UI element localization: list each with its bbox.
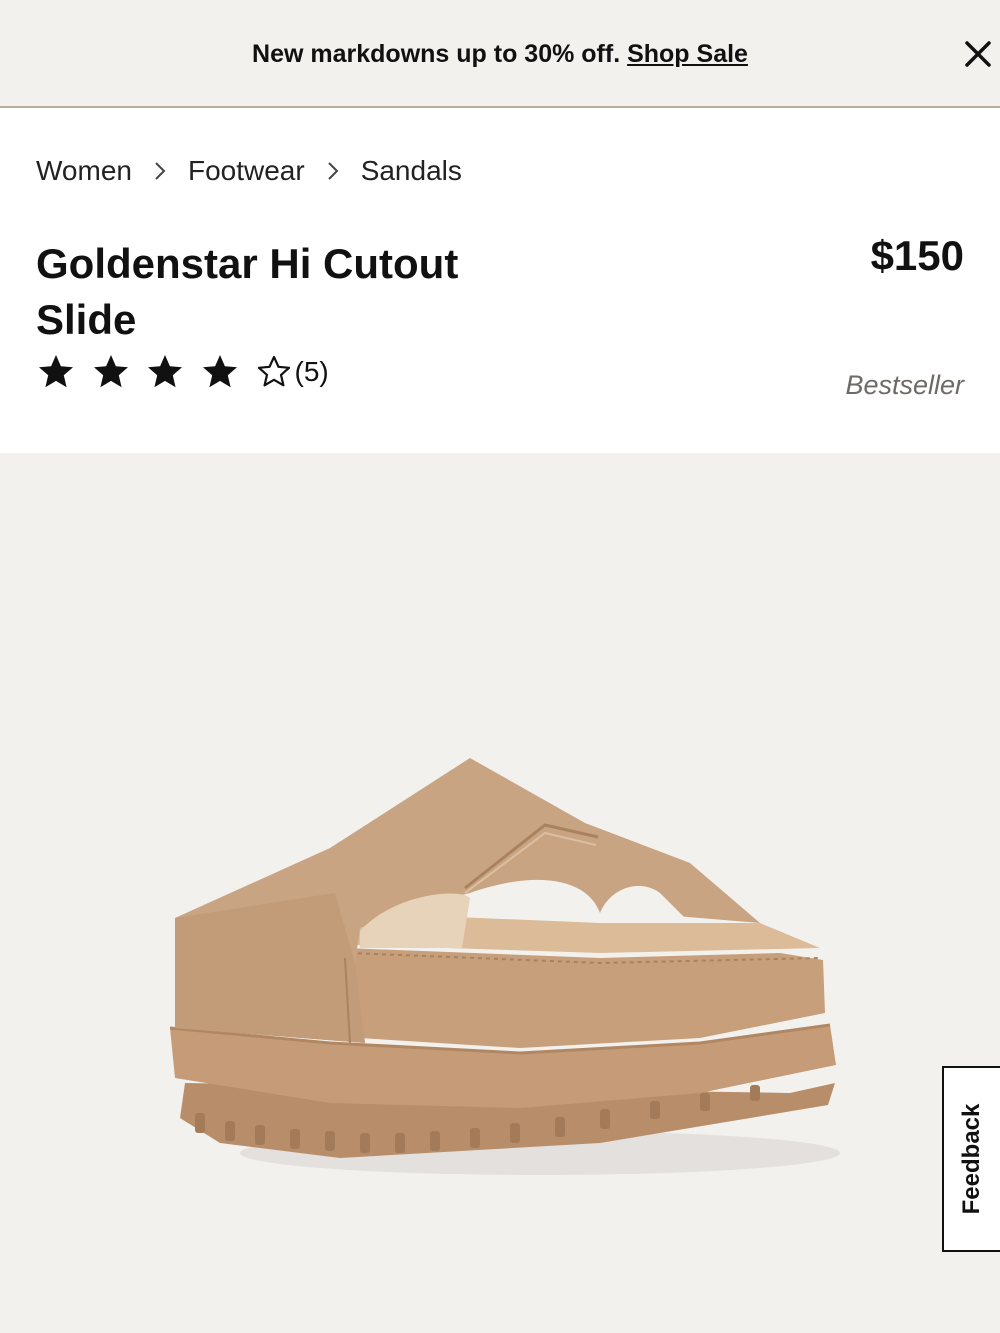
product-title-line1: Goldenstar Hi Cutout: [36, 240, 459, 287]
product-title-line2: Slide: [36, 296, 137, 343]
breadcrumb-women[interactable]: Women: [36, 155, 132, 187]
chevron-right-icon: [305, 160, 361, 182]
breadcrumb: Women Footwear Sandals: [36, 154, 462, 188]
close-icon[interactable]: [960, 36, 996, 72]
star-filled-icon: [91, 352, 131, 392]
shop-sale-link[interactable]: Shop Sale: [627, 40, 748, 68]
product-price: $150: [870, 232, 964, 279]
breadcrumb-sandals[interactable]: Sandals: [361, 155, 462, 187]
rating-stars[interactable]: (5): [36, 352, 329, 392]
star-filled-icon: [145, 352, 185, 392]
promo-message: New markdowns up to 30% off.: [252, 40, 621, 68]
product-image-area: [0, 453, 1000, 1333]
promo-text: New markdowns up to 30% off. Shop Sale: [0, 40, 1000, 69]
feedback-label: Feedback: [958, 1103, 985, 1215]
review-count: (5): [294, 356, 329, 387]
product-title: Goldenstar Hi Cutout Slide: [36, 236, 556, 348]
bestseller-badge: Bestseller: [845, 370, 964, 400]
breadcrumb-footwear[interactable]: Footwear: [188, 155, 305, 187]
sandal-product-image: [169, 758, 840, 1175]
star-filled-icon: [200, 352, 240, 392]
chevron-right-icon: [132, 160, 188, 182]
star-filled-icon: [36, 352, 76, 392]
promo-banner: New markdowns up to 30% off. Shop Sale: [0, 0, 1000, 108]
star-empty-icon: [254, 352, 294, 392]
feedback-button[interactable]: Feedback: [942, 1066, 1000, 1252]
